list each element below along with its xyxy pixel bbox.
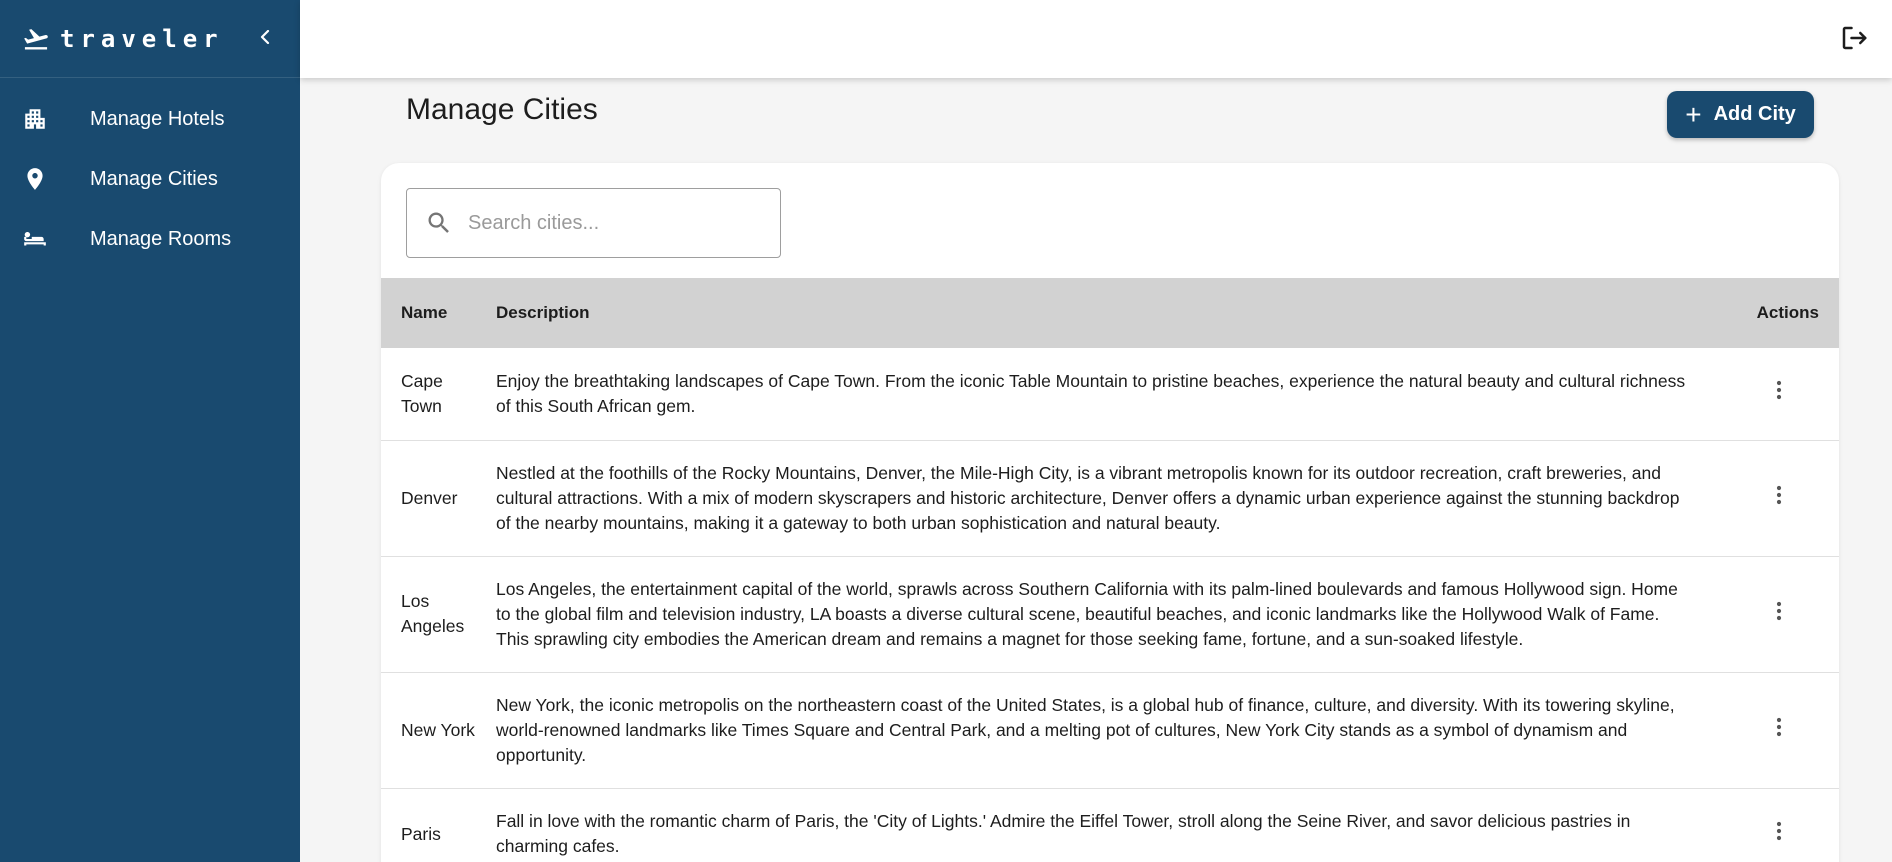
logout-icon[interactable] bbox=[1838, 22, 1870, 54]
sidebar: traveler Manage Hotels Manage Cities Man… bbox=[0, 0, 300, 862]
actions-cell bbox=[1709, 788, 1839, 862]
sidebar-item-rooms[interactable]: Manage Rooms bbox=[0, 209, 300, 269]
city-description: Nestled at the foothills of the Rocky Mo… bbox=[496, 462, 1680, 533]
more-vert-icon[interactable] bbox=[1767, 715, 1791, 739]
search-icon bbox=[425, 209, 453, 237]
actions-cell bbox=[1709, 556, 1839, 672]
more-vert-icon[interactable] bbox=[1767, 599, 1791, 623]
table-row: Paris Fall in love with the romantic cha… bbox=[381, 788, 1839, 862]
sidebar-item-label: Manage Hotels bbox=[90, 107, 225, 130]
table-row: Los Angeles Los Angeles, the entertainme… bbox=[381, 556, 1839, 672]
collapse-sidebar-chevron-icon[interactable] bbox=[254, 26, 276, 48]
cities-table: Name Description Actions Cape Town Enjoy… bbox=[381, 278, 1839, 862]
brand-name: traveler bbox=[60, 24, 224, 53]
add-city-button-label: Add City bbox=[1713, 103, 1796, 125]
page-title: Manage Cities bbox=[406, 93, 598, 126]
sidebar-item-label: Manage Cities bbox=[90, 167, 218, 190]
column-header-name: Name bbox=[401, 303, 448, 322]
bed-icon bbox=[22, 226, 48, 252]
plus-icon: + bbox=[1685, 98, 1702, 130]
airplane-takeoff-icon bbox=[22, 25, 50, 53]
city-description: Fall in love with the romantic charm of … bbox=[496, 811, 1631, 856]
city-name: Cape Town bbox=[401, 370, 443, 416]
add-city-button[interactable]: + Add City bbox=[1667, 91, 1814, 138]
cities-card: Name Description Actions Cape Town Enjoy… bbox=[381, 163, 1839, 862]
more-vert-icon[interactable] bbox=[1767, 378, 1791, 402]
city-name: Paris bbox=[401, 823, 441, 844]
city-description: Los Angeles, the entertainment capital o… bbox=[496, 578, 1678, 649]
table-row: Denver Nestled at the foothills of the R… bbox=[381, 440, 1839, 556]
table-row: Cape Town Enjoy the breathtaking landsca… bbox=[381, 348, 1839, 440]
city-name: New York bbox=[401, 719, 475, 740]
more-vert-icon[interactable] bbox=[1767, 483, 1791, 507]
sidebar-item-label: Manage Rooms bbox=[90, 227, 232, 250]
sidebar-item-cities[interactable]: Manage Cities bbox=[0, 149, 300, 209]
table-row: New York New York, the iconic metropolis… bbox=[381, 672, 1839, 788]
column-header-actions: Actions bbox=[1756, 303, 1819, 322]
sidebar-item-hotels[interactable]: Manage Hotels bbox=[0, 89, 300, 149]
sidebar-nav: Manage Hotels Manage Cities Manage Rooms bbox=[0, 78, 300, 269]
city-name: Los Angeles bbox=[401, 591, 465, 636]
search-box[interactable] bbox=[406, 188, 781, 258]
city-description: Enjoy the breathtaking landscapes of Cap… bbox=[496, 370, 1686, 416]
table-header-row: Name Description Actions bbox=[381, 278, 1839, 348]
actions-cell bbox=[1709, 440, 1839, 556]
top-bar bbox=[300, 0, 1892, 78]
brand: traveler bbox=[0, 0, 300, 78]
city-name: Denver bbox=[401, 487, 458, 508]
search-input[interactable] bbox=[468, 211, 768, 235]
location-pin-icon bbox=[22, 166, 48, 192]
actions-cell bbox=[1709, 348, 1839, 440]
column-header-description: Description bbox=[496, 303, 590, 322]
more-vert-icon[interactable] bbox=[1767, 819, 1791, 843]
city-description: New York, the iconic metropolis on the n… bbox=[496, 694, 1675, 765]
actions-cell bbox=[1709, 672, 1839, 788]
building-icon bbox=[22, 106, 48, 132]
